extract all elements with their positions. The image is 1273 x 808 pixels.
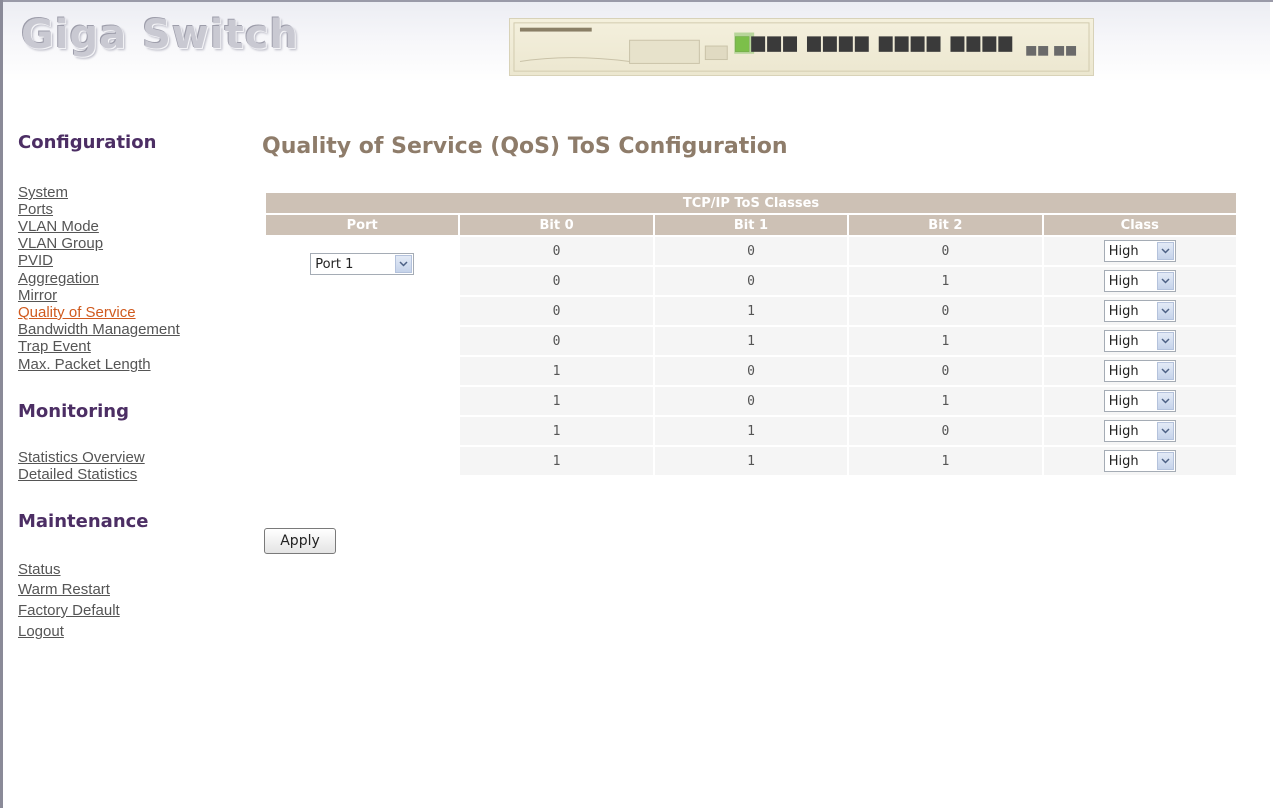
sidebar-item-detailed-statistics[interactable]: Detailed Statistics xyxy=(18,466,137,483)
sidebar-item-status[interactable]: Status xyxy=(18,561,61,578)
column-header-bit2: Bit 2 xyxy=(849,215,1042,235)
switch-front-panel-image xyxy=(509,18,1094,76)
class-select[interactable]: High xyxy=(1103,270,1176,292)
chevron-down-icon xyxy=(1156,302,1174,320)
sidebar-item-factory-default[interactable]: Factory Default xyxy=(18,602,120,619)
window-left-border xyxy=(0,0,3,808)
bit0-cell: 0 xyxy=(460,237,653,265)
sidebar-item-mirror[interactable]: Mirror xyxy=(18,287,57,304)
bit1-cell: 1 xyxy=(654,327,848,355)
bit2-cell: 1 xyxy=(849,387,1042,415)
chevron-down-icon xyxy=(395,255,413,273)
class-select-value: High xyxy=(1108,303,1139,319)
table-body: Port 1 0 0 0 High 0 0 1 High 0 1 0 High … xyxy=(266,237,1236,475)
tos-classes-table: TCP/IP ToS Classes Port Bit 0 Bit 1 Bit … xyxy=(264,191,1238,477)
bit2-cell: 0 xyxy=(849,357,1042,385)
sidebar-item-logout[interactable]: Logout xyxy=(18,623,64,640)
sidebar-item-max-packet-length[interactable]: Max. Packet Length xyxy=(18,356,151,373)
bit1-cell: 0 xyxy=(654,237,848,265)
chevron-down-icon xyxy=(1156,272,1174,290)
class-cell: High xyxy=(1043,297,1236,325)
logo-text: Giga Switch xyxy=(21,12,299,58)
configuration-heading: Configuration xyxy=(18,132,157,153)
sidebar-item-vlan-mode[interactable]: VLAN Mode xyxy=(18,218,99,235)
port-select-value: Port 1 xyxy=(315,256,354,272)
header-banner: Giga Switch xyxy=(3,2,1270,82)
bit0-cell: 1 xyxy=(460,357,653,385)
table-caption-header: TCP/IP ToS Classes xyxy=(266,193,1236,213)
chevron-down-icon xyxy=(1156,242,1174,260)
bit0-cell: 1 xyxy=(460,417,653,445)
column-header-bit1: Bit 1 xyxy=(654,215,848,235)
bit1-cell: 1 xyxy=(654,417,848,445)
column-header-bit0: Bit 0 xyxy=(460,215,653,235)
apply-button[interactable]: Apply xyxy=(264,528,336,554)
class-select-value: High xyxy=(1108,333,1139,349)
port-cell: Port 1 xyxy=(266,237,459,475)
bit1-cell: 1 xyxy=(654,297,848,325)
chevron-down-icon xyxy=(1156,392,1174,410)
sidebar-item-vlan-group[interactable]: VLAN Group xyxy=(18,235,103,252)
bit2-cell: 0 xyxy=(849,297,1042,325)
sidebar-item-system[interactable]: System xyxy=(18,184,68,201)
sidebar-item-warm-restart[interactable]: Warm Restart xyxy=(18,581,110,598)
class-select-value: High xyxy=(1108,243,1139,259)
bit2-cell: 1 xyxy=(849,267,1042,295)
sidebar-item-bandwidth-management[interactable]: Bandwidth Management xyxy=(18,321,180,338)
sidebar-item-ports[interactable]: Ports xyxy=(18,201,53,218)
bit2-cell: 0 xyxy=(849,237,1042,265)
table-row: Port 1 0 0 0 High xyxy=(266,237,1236,475)
class-select[interactable]: High xyxy=(1103,300,1176,322)
class-select-value: High xyxy=(1108,453,1139,469)
sidebar-item-quality-of-service[interactable]: Quality of Service xyxy=(18,304,136,321)
class-select-value: High xyxy=(1108,393,1139,409)
sidebar-item-statistics-overview[interactable]: Statistics Overview xyxy=(18,449,145,466)
bit2-cell: 0 xyxy=(849,417,1042,445)
port-select[interactable]: Port 1 xyxy=(310,253,415,275)
chevron-down-icon xyxy=(1156,362,1174,380)
bit2-cell: 1 xyxy=(849,327,1042,355)
bit2-cell: 1 xyxy=(849,447,1042,475)
class-select-value: High xyxy=(1108,273,1139,289)
bit1-cell: 0 xyxy=(654,267,848,295)
bit0-cell: 0 xyxy=(460,267,653,295)
sidebar-item-trap-event[interactable]: Trap Event xyxy=(18,338,91,355)
page-title: Quality of Service (QoS) ToS Configurati… xyxy=(262,134,788,159)
chevron-down-icon xyxy=(1156,332,1174,350)
column-header-port: Port xyxy=(266,215,459,235)
class-cell: High xyxy=(1043,327,1236,355)
class-select[interactable]: High xyxy=(1103,330,1176,352)
bit0-cell: 0 xyxy=(460,297,653,325)
class-select[interactable]: High xyxy=(1103,360,1176,382)
class-select[interactable]: High xyxy=(1103,390,1176,412)
class-cell: High xyxy=(1043,387,1236,415)
bit1-cell: 0 xyxy=(654,357,848,385)
monitoring-heading: Monitoring xyxy=(18,401,129,422)
class-cell: High xyxy=(1043,237,1236,265)
column-header-class: Class xyxy=(1043,215,1236,235)
class-select[interactable]: High xyxy=(1103,420,1176,442)
bit0-cell: 1 xyxy=(460,447,653,475)
class-cell: High xyxy=(1043,267,1236,295)
class-select-value: High xyxy=(1108,363,1139,379)
switch-front-panel-icon xyxy=(513,22,1090,72)
maintenance-heading: Maintenance xyxy=(18,511,149,532)
class-cell: High xyxy=(1043,417,1236,445)
bit1-cell: 1 xyxy=(654,447,848,475)
chevron-down-icon xyxy=(1156,422,1174,440)
class-cell: High xyxy=(1043,447,1236,475)
class-select[interactable]: High xyxy=(1103,450,1176,472)
bit0-cell: 1 xyxy=(460,387,653,415)
bit0-cell: 0 xyxy=(460,327,653,355)
class-cell: High xyxy=(1043,357,1236,385)
class-select[interactable]: High xyxy=(1103,240,1176,262)
sidebar-item-aggregation[interactable]: Aggregation xyxy=(18,270,99,287)
class-select-value: High xyxy=(1108,423,1139,439)
sidebar-item-pvid[interactable]: PVID xyxy=(18,252,53,269)
chevron-down-icon xyxy=(1156,452,1174,470)
bit1-cell: 0 xyxy=(654,387,848,415)
